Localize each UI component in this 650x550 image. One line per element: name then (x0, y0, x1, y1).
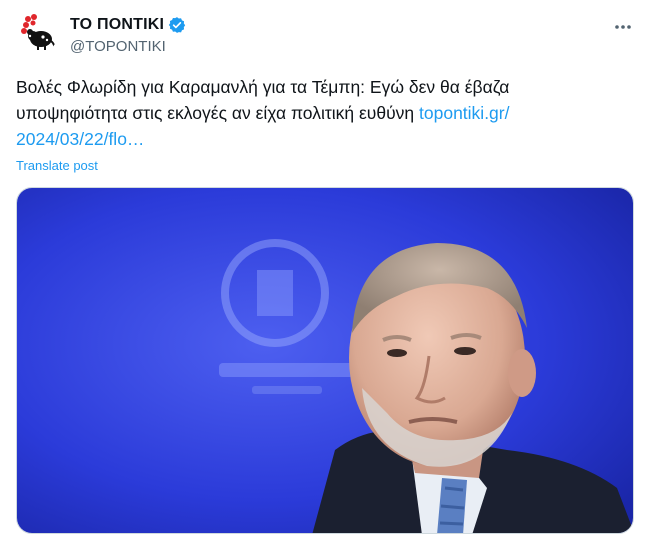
post-card: ΤΟ ΠΟΝΤΙΚΙ @TOPONTIKI Βολές Φλωρίδη για … (0, 0, 650, 550)
more-options-icon[interactable] (612, 16, 634, 38)
translate-post-button[interactable]: Translate post (16, 158, 98, 173)
author-names: ΤΟ ΠΟΝΤΙΚΙ @TOPONTIKI (70, 14, 186, 55)
post-media-photo[interactable] (16, 187, 634, 534)
display-name-row: ΤΟ ΠΟΝΤΙΚΙ (70, 14, 186, 36)
press-photo (17, 188, 633, 533)
display-name[interactable]: ΤΟ ΠΟΝΤΙΚΙ (70, 16, 164, 34)
post-text: Βολές Φλωρίδη για Καραμανλή για τα Τέμπη… (16, 74, 616, 152)
post-header: ΤΟ ΠΟΝΤΙΚΙ @TOPONTIKI (16, 12, 634, 60)
mouse-logo-icon (21, 14, 56, 51)
avatar[interactable] (16, 12, 58, 54)
verified-badge-icon[interactable] (168, 16, 186, 34)
handle[interactable]: @TOPONTIKI (70, 38, 186, 55)
